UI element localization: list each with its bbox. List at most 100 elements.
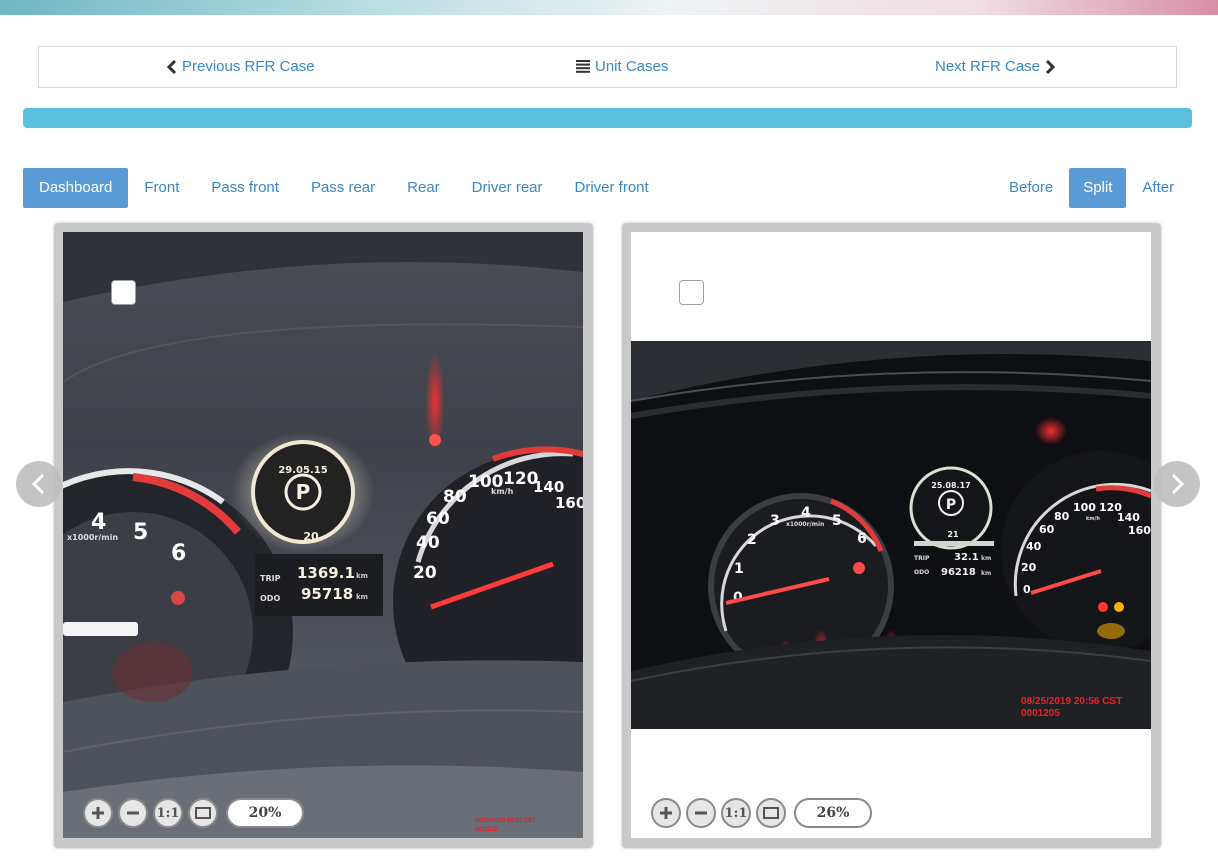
chevron-right-icon <box>1171 473 1185 495</box>
before-speed-tick: 160 <box>555 494 583 512</box>
before-zoom-controls: 1:1 20% <box>83 798 304 828</box>
after-speed-tick: 0 <box>1023 583 1031 596</box>
zoom-in-button[interactable] <box>83 798 113 828</box>
after-trip-label: TRIP <box>914 555 930 562</box>
previous-rfr-case-link[interactable]: Previous RFR Case <box>167 58 315 75</box>
tab-rear[interactable]: Rear <box>391 168 456 208</box>
before-tach-tick: 6 <box>171 541 186 566</box>
after-photo-viewport[interactable]: 0 1 2 3 4 5 6 x1000r/min P 25.08.17 21 T… <box>631 232 1151 838</box>
after-temp: 21 <box>947 530 959 539</box>
previous-photo-button[interactable] <box>16 461 62 507</box>
previous-rfr-case-label: Previous RFR Case <box>182 58 315 75</box>
tab-dashboard[interactable]: Dashboard <box>23 168 129 208</box>
before-odo-unit: km <box>356 593 368 601</box>
before-date: 29.05.15 <box>278 465 327 476</box>
before-zoom-level: 20% <box>226 798 304 828</box>
after-zoom-level: 26% <box>794 798 872 828</box>
fit-screen-icon <box>195 807 211 819</box>
after-speed-tick: 20 <box>1021 561 1037 574</box>
progress-bar <box>23 108 1192 128</box>
before-speed-tick: 60 <box>426 509 450 529</box>
chevron-left-icon <box>31 473 45 495</box>
chevron-right-icon <box>1045 59 1056 74</box>
next-rfr-case-link[interactable]: Next RFR Case <box>935 58 1056 75</box>
after-select-checkbox[interactable] <box>679 280 704 305</box>
zoom-fit-button[interactable] <box>188 798 218 828</box>
before-speed-tick: 20 <box>413 563 437 583</box>
before-select-checkbox[interactable] <box>111 280 136 305</box>
next-photo-button[interactable] <box>1154 461 1200 507</box>
tab-before[interactable]: Before <box>993 168 1069 208</box>
after-zoom-controls: 1:1 26% <box>651 798 872 828</box>
zoom-actual-size-button[interactable]: 1:1 <box>153 798 183 828</box>
before-dashboard-photo: 4 5 6 x1000r/min P 29.05.15 20 TRIP 1369… <box>63 232 583 838</box>
after-trip-unit: km <box>981 555 991 562</box>
before-tach-unit: x1000r/min <box>67 533 118 542</box>
case-navigation-bar: Previous RFR Case Unit Cases Next RFR Ca… <box>38 46 1177 88</box>
before-odo-value: 95718 <box>301 585 353 603</box>
before-plate: 681GLD <box>475 827 498 833</box>
after-timestamp: 08/25/2019 20:56 CST <box>1021 696 1122 707</box>
before-speed-tick: 80 <box>443 487 467 507</box>
before-trip-label: TRIP <box>260 574 281 583</box>
tab-driver-rear[interactable]: Driver rear <box>456 168 559 208</box>
after-speed-tick: 140 <box>1117 511 1140 524</box>
tab-front[interactable]: Front <box>128 168 195 208</box>
before-speed-unit: km/h <box>491 487 514 496</box>
after-speed-tick: 100 <box>1073 501 1096 514</box>
zoom-out-button[interactable] <box>686 798 716 828</box>
unit-cases-label: Unit Cases <box>595 58 669 75</box>
after-tach-tick: 6 <box>857 531 867 547</box>
after-tach-tick: 2 <box>747 532 757 548</box>
top-color-stripe <box>0 0 1218 15</box>
after-tach-tick: 5 <box>832 513 842 529</box>
after-trip-value: 32.1 <box>954 552 979 563</box>
before-temp: 20 <box>303 530 319 543</box>
before-timestamp: 08/23/2019 16:23 CST <box>475 818 536 824</box>
before-speed-tick: 40 <box>416 533 440 553</box>
tab-pass-front[interactable]: Pass front <box>195 168 295 208</box>
after-odo-value: 96218 <box>941 567 976 578</box>
before-photo-viewport[interactable]: 4 5 6 x1000r/min P 29.05.15 20 TRIP 1369… <box>63 232 583 838</box>
minus-icon <box>127 811 139 815</box>
before-tach-tick: 5 <box>133 520 148 545</box>
after-speed-tick: 160 <box>1128 524 1151 537</box>
before-trip-value: 1369.1 <box>297 564 355 582</box>
before-tach-tick: 4 <box>91 510 106 535</box>
after-speed-unit: km/h <box>1086 516 1100 522</box>
plus-icon <box>92 807 104 819</box>
zoom-out-button[interactable] <box>118 798 148 828</box>
photo-tabs: Dashboard Front Pass front Pass rear Rea… <box>23 168 665 208</box>
tab-split[interactable]: Split <box>1069 168 1127 208</box>
after-speed-tick: 40 <box>1026 540 1042 553</box>
after-date: 25.08.17 <box>931 481 970 490</box>
after-photo-panel: 0 1 2 3 4 5 6 x1000r/min P 25.08.17 21 T… <box>622 223 1161 848</box>
plus-icon <box>660 807 672 819</box>
zoom-in-button[interactable] <box>651 798 681 828</box>
after-odo-label: ODO <box>914 569 929 576</box>
minus-icon <box>695 811 707 815</box>
view-mode-tabs: Before Split After <box>993 168 1190 208</box>
chevron-left-icon <box>167 59 177 74</box>
before-gear-indicator: P <box>296 480 311 504</box>
before-odo-label: ODO <box>260 594 280 603</box>
after-gear-indicator: P <box>946 497 956 513</box>
after-tach-tick: 1 <box>734 561 744 577</box>
after-tach-tick: 3 <box>770 513 780 529</box>
after-speed-tick: 60 <box>1039 523 1055 536</box>
unit-cases-link[interactable]: Unit Cases <box>576 58 668 75</box>
after-odo-unit: km <box>981 570 991 577</box>
tab-driver-front[interactable]: Driver front <box>559 168 665 208</box>
zoom-fit-button[interactable] <box>756 798 786 828</box>
fit-screen-icon <box>763 807 779 819</box>
before-photo-panel: 4 5 6 x1000r/min P 29.05.15 20 TRIP 1369… <box>54 223 593 848</box>
after-tach-tick: 4 <box>801 505 811 521</box>
next-rfr-case-label: Next RFR Case <box>935 58 1041 75</box>
before-trip-unit: km <box>356 572 368 580</box>
zoom-actual-size-button[interactable]: 1:1 <box>721 798 751 828</box>
after-id: 0001205 <box>1021 708 1060 719</box>
tab-pass-rear[interactable]: Pass rear <box>295 168 391 208</box>
list-icon <box>576 60 590 73</box>
after-speed-tick: 80 <box>1054 510 1070 523</box>
tab-after[interactable]: After <box>1126 168 1190 208</box>
